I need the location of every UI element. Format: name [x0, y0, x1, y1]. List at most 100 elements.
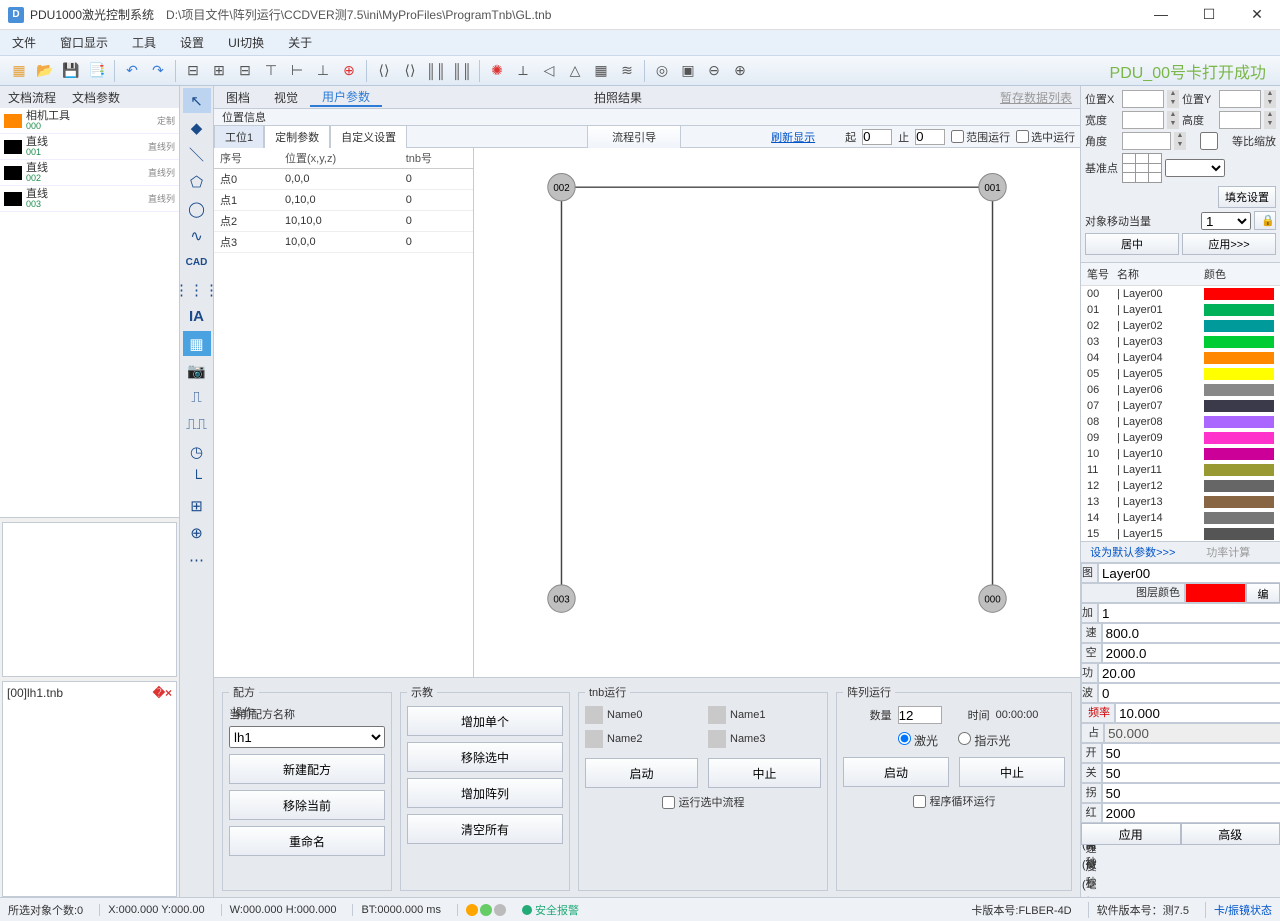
pos-y-input[interactable] [1219, 90, 1261, 108]
circle-target-icon[interactable]: ◎ [649, 58, 675, 84]
line-tool-icon[interactable]: ＼ [183, 142, 211, 167]
file-close-icon[interactable]: �× [153, 686, 172, 700]
bracket-left-icon[interactable]: ⟨⟩ [371, 58, 397, 84]
remove-recipe-button[interactable]: 移除当前 [229, 790, 385, 820]
pos-x-input[interactable] [1122, 90, 1164, 108]
advanced-button[interactable]: 高级 [1181, 823, 1280, 845]
cad-tool-icon[interactable]: CAD [183, 250, 211, 275]
undo-icon[interactable]: ↶ [119, 58, 145, 84]
custom-settings-tab[interactable]: 自定义设置 [330, 125, 407, 149]
table-row[interactable]: 点10,10,00 [214, 190, 473, 211]
align-top-icon[interactable]: ⊤ [258, 58, 284, 84]
tab-doc-flow[interactable]: 文档流程 [8, 89, 56, 106]
align-center-icon[interactable]: ⊞ [206, 58, 232, 84]
curve-tool-icon[interactable]: ∿ [183, 223, 211, 248]
layer-row[interactable]: 09| Layer09 [1081, 430, 1280, 446]
maximize-button[interactable]: ☐ [1194, 6, 1224, 23]
add-array-button[interactable]: 增加阵列 [407, 778, 563, 808]
align-left-icon[interactable]: ⊟ [180, 58, 206, 84]
name2-checkbox[interactable] [585, 730, 603, 748]
tab-vision[interactable]: 视觉 [262, 89, 310, 106]
sel-run-checkbox[interactable] [1016, 130, 1029, 143]
tri-left-icon[interactable]: ◁ [536, 58, 562, 84]
align-middle-icon[interactable]: ⊢ [284, 58, 310, 84]
table-row[interactable]: 点00,0,00 [214, 169, 473, 190]
layer-row[interactable]: 13| Layer13 [1081, 494, 1280, 510]
tool-new-icon[interactable]: ▦ [6, 58, 32, 84]
array-qty-input[interactable] [898, 706, 942, 724]
waves-icon[interactable]: ≋ [614, 58, 640, 84]
clear-all-button[interactable]: 清空所有 [407, 814, 563, 844]
object-row[interactable]: 直线002 直线列 [0, 160, 179, 186]
tnb-start-button[interactable]: 启动 [585, 758, 698, 788]
anchor-select[interactable] [1165, 159, 1225, 177]
array-start-button[interactable]: 启动 [843, 757, 949, 787]
layer-row[interactable]: 04| Layer04 [1081, 350, 1280, 366]
rename-recipe-button[interactable]: 重命名 [229, 826, 385, 856]
dots-tool-icon[interactable]: ⋮⋮⋮ [183, 277, 211, 302]
layer-row[interactable]: 00| Layer00 [1081, 286, 1280, 302]
width-input[interactable] [1122, 111, 1164, 129]
bracket-right-icon[interactable]: ⟨⟩ [397, 58, 423, 84]
name1-checkbox[interactable] [708, 706, 726, 724]
remove-selected-button[interactable]: 移除选中 [407, 742, 563, 772]
center-button[interactable]: 居中 [1085, 233, 1179, 255]
text-tool-icon[interactable]: IA [183, 304, 211, 329]
layer-row[interactable]: 03| Layer03 [1081, 334, 1280, 350]
file-item[interactable]: [00]lh1.tnb [7, 686, 63, 700]
stash-data-link[interactable]: 暂存数据列表 [988, 89, 1080, 106]
target-icon[interactable]: ⊕ [336, 58, 362, 84]
tab-user-params[interactable]: 用户参数 [310, 88, 382, 107]
tab-drawing[interactable]: 图档 [214, 89, 262, 106]
flow-guide-button[interactable]: 流程引导 [587, 125, 681, 149]
custom-params-tab[interactable]: 定制参数 [264, 125, 330, 149]
perp-icon[interactable]: ⟂ [510, 58, 536, 84]
circle-tool-icon[interactable]: ◯ [183, 196, 211, 221]
set-default-link[interactable]: 设为默认参数>>> [1085, 544, 1181, 560]
indicator-radio[interactable] [958, 732, 971, 745]
menu-window[interactable]: 窗口显示 [60, 34, 108, 51]
menu-about[interactable]: 关于 [288, 34, 312, 51]
layer-row[interactable]: 07| Layer07 [1081, 398, 1280, 414]
minimize-button[interactable]: — [1146, 6, 1176, 23]
pointer-tool-icon[interactable]: ↖ [183, 88, 211, 113]
laser-radio[interactable] [898, 732, 911, 745]
polygon-tool-icon[interactable]: ⬠ [183, 169, 211, 194]
apply-props-button[interactable]: 应用>>> [1182, 233, 1276, 255]
clock-tool-icon[interactable]: ◷ [183, 439, 211, 464]
camera-tool-icon[interactable]: 📷 [183, 358, 211, 383]
align-right-icon[interactable]: ⊟ [232, 58, 258, 84]
bars-icon[interactable]: ║║ [423, 58, 449, 84]
node-tool-icon[interactable]: ◆ [183, 115, 211, 140]
anchor-grid[interactable] [1122, 153, 1162, 183]
ratio-checkbox[interactable] [1189, 132, 1229, 150]
layer-row[interactable]: 08| Layer08 [1081, 414, 1280, 430]
move-step-select[interactable]: 1 [1201, 212, 1251, 230]
table-row[interactable]: 点210,10,00 [214, 211, 473, 232]
table-row[interactable]: 点310,0,00 [214, 232, 473, 253]
burst-icon[interactable]: ✺ [484, 58, 510, 84]
tool-save-icon[interactable]: 💾 [58, 58, 84, 84]
name3-checkbox[interactable] [708, 730, 726, 748]
bars2-icon[interactable]: ║║ [449, 58, 475, 84]
tool-open-icon[interactable]: 📂 [32, 58, 58, 84]
wave-tool-icon[interactable]: ⎍⎍ [183, 412, 211, 437]
new-recipe-button[interactable]: 新建配方 [229, 754, 385, 784]
layer-row[interactable]: 12| Layer12 [1081, 478, 1280, 494]
menu-ui-switch[interactable]: UI切换 [228, 34, 264, 51]
range-start-input[interactable] [862, 129, 892, 145]
align-bottom-icon[interactable]: ⊥ [310, 58, 336, 84]
corner-tool-icon[interactable]: └ [183, 466, 211, 491]
tri-up-icon[interactable]: △ [562, 58, 588, 84]
tnb-stop-button[interactable]: 中止 [708, 758, 821, 788]
menu-file[interactable]: 文件 [12, 34, 36, 51]
name0-checkbox[interactable] [585, 706, 603, 724]
tab-doc-params[interactable]: 文档参数 [72, 89, 120, 106]
array-stop-button[interactable]: 中止 [959, 757, 1065, 787]
object-row[interactable]: 直线003 直线列 [0, 186, 179, 212]
zoom-in-icon[interactable]: ⊕ [727, 58, 753, 84]
loop-run-checkbox[interactable] [913, 795, 926, 808]
close-button[interactable]: ✕ [1242, 6, 1272, 23]
move-lock-button[interactable]: 🔒 [1254, 211, 1276, 230]
range-end-input[interactable] [915, 129, 945, 145]
